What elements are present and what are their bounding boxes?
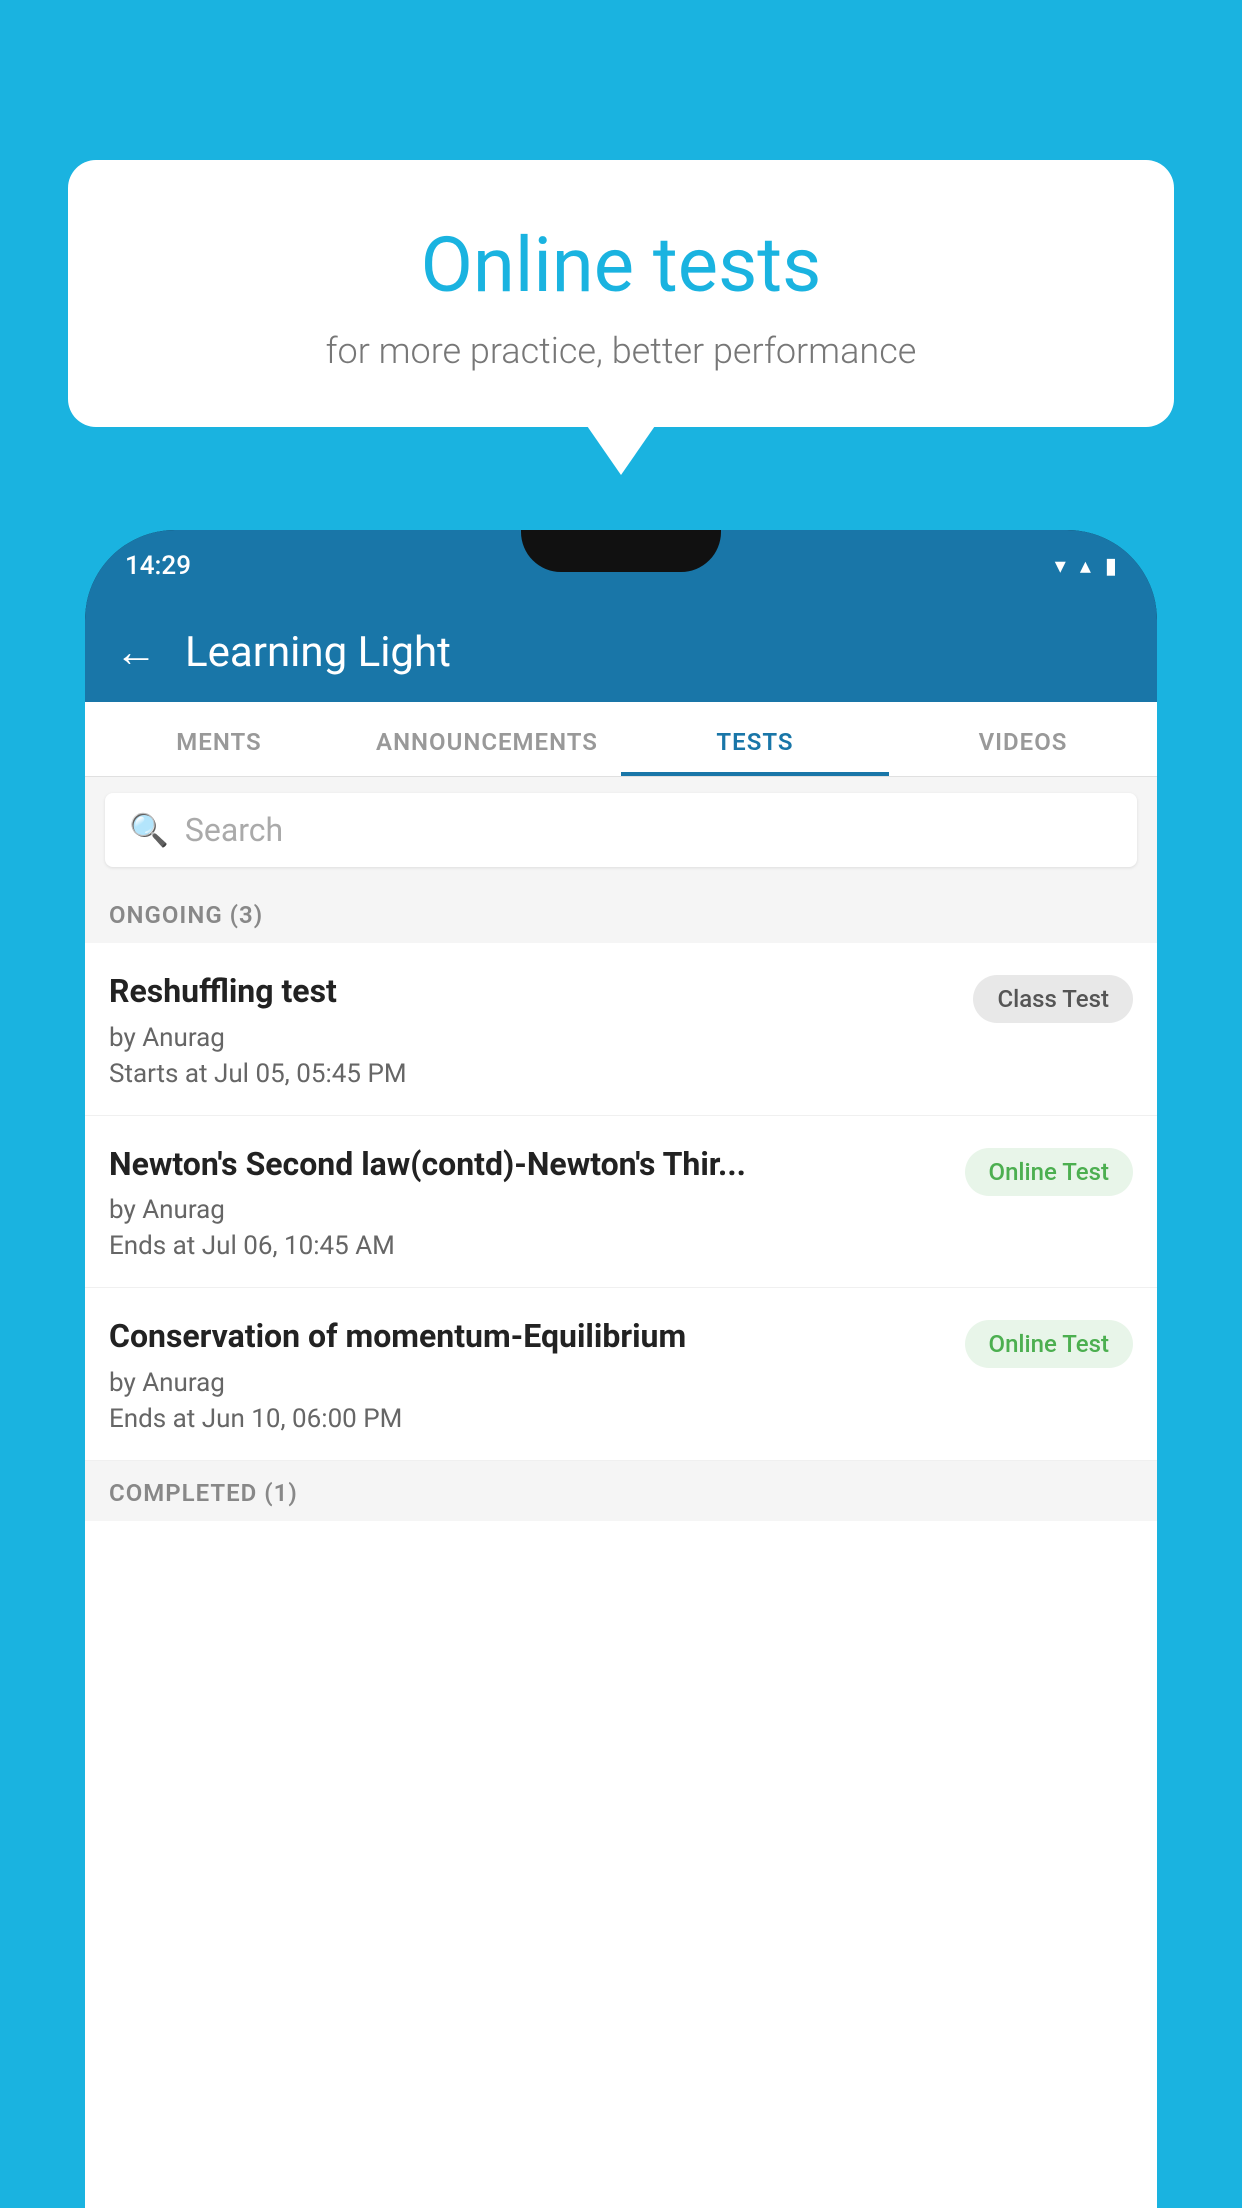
- wifi-icon: ▾: [1055, 554, 1066, 579]
- test-author: by Anurag: [109, 1195, 945, 1225]
- test-badge-class: Class Test: [973, 975, 1133, 1023]
- test-title: Newton's Second law(contd)-Newton's Thir…: [109, 1144, 945, 1186]
- tab-bar: MENTS ANNOUNCEMENTS TESTS VIDEOS: [85, 702, 1157, 777]
- status-bar: 14:29 ▾ ▴ ▮: [85, 530, 1157, 602]
- test-date: Ends at Jul 06, 10:45 AM: [109, 1231, 945, 1261]
- test-author: by Anurag: [109, 1023, 953, 1053]
- search-icon: 🔍: [129, 811, 169, 849]
- test-item-content: Conservation of momentum-Equilibrium by …: [109, 1316, 965, 1434]
- test-item-content: Newton's Second law(contd)-Newton's Thir…: [109, 1144, 965, 1262]
- section-header-ongoing: ONGOING (3): [85, 883, 1157, 943]
- test-item-content: Reshuffling test by Anurag Starts at Jul…: [109, 971, 973, 1089]
- bubble-subtitle: for more practice, better performance: [118, 330, 1124, 372]
- status-time: 14:29: [125, 551, 191, 581]
- test-date: Starts at Jul 05, 05:45 PM: [109, 1059, 953, 1089]
- test-badge-online: Online Test: [965, 1148, 1133, 1196]
- section-header-completed: COMPLETED (1): [85, 1461, 1157, 1521]
- search-bar[interactable]: 🔍 Search: [105, 793, 1137, 867]
- phone-inner: MENTS ANNOUNCEMENTS TESTS VIDEOS 🔍 Searc…: [85, 702, 1157, 2208]
- battery-icon: ▮: [1105, 554, 1117, 579]
- test-list: Reshuffling test by Anurag Starts at Jul…: [85, 943, 1157, 1461]
- test-item[interactable]: Conservation of momentum-Equilibrium by …: [85, 1288, 1157, 1461]
- test-date: Ends at Jun 10, 06:00 PM: [109, 1404, 945, 1434]
- test-title: Reshuffling test: [109, 971, 953, 1013]
- phone-screen: 14:29 ▾ ▴ ▮ ← Learning Light MENTS ANNOU…: [85, 530, 1157, 2208]
- app-bar: ← Learning Light: [85, 602, 1157, 702]
- back-button[interactable]: ←: [115, 628, 157, 677]
- status-icons: ▾ ▴ ▮: [1055, 554, 1117, 579]
- test-badge-online-2: Online Test: [965, 1320, 1133, 1368]
- app-bar-title: Learning Light: [185, 628, 451, 677]
- tab-videos[interactable]: VIDEOS: [889, 702, 1157, 776]
- test-item[interactable]: Newton's Second law(contd)-Newton's Thir…: [85, 1116, 1157, 1289]
- tab-assignments[interactable]: MENTS: [85, 702, 353, 776]
- search-container: 🔍 Search: [85, 777, 1157, 883]
- tab-announcements[interactable]: ANNOUNCEMENTS: [353, 702, 621, 776]
- signal-icon: ▴: [1080, 554, 1091, 579]
- test-item[interactable]: Reshuffling test by Anurag Starts at Jul…: [85, 943, 1157, 1116]
- test-title: Conservation of momentum-Equilibrium: [109, 1316, 945, 1358]
- phone-frame: 14:29 ▾ ▴ ▮ ← Learning Light MENTS ANNOU…: [85, 530, 1157, 2208]
- tab-tests[interactable]: TESTS: [621, 702, 889, 776]
- search-placeholder: Search: [185, 811, 283, 849]
- test-author: by Anurag: [109, 1368, 945, 1398]
- speech-bubble: Online tests for more practice, better p…: [68, 160, 1174, 427]
- bubble-title: Online tests: [118, 220, 1124, 310]
